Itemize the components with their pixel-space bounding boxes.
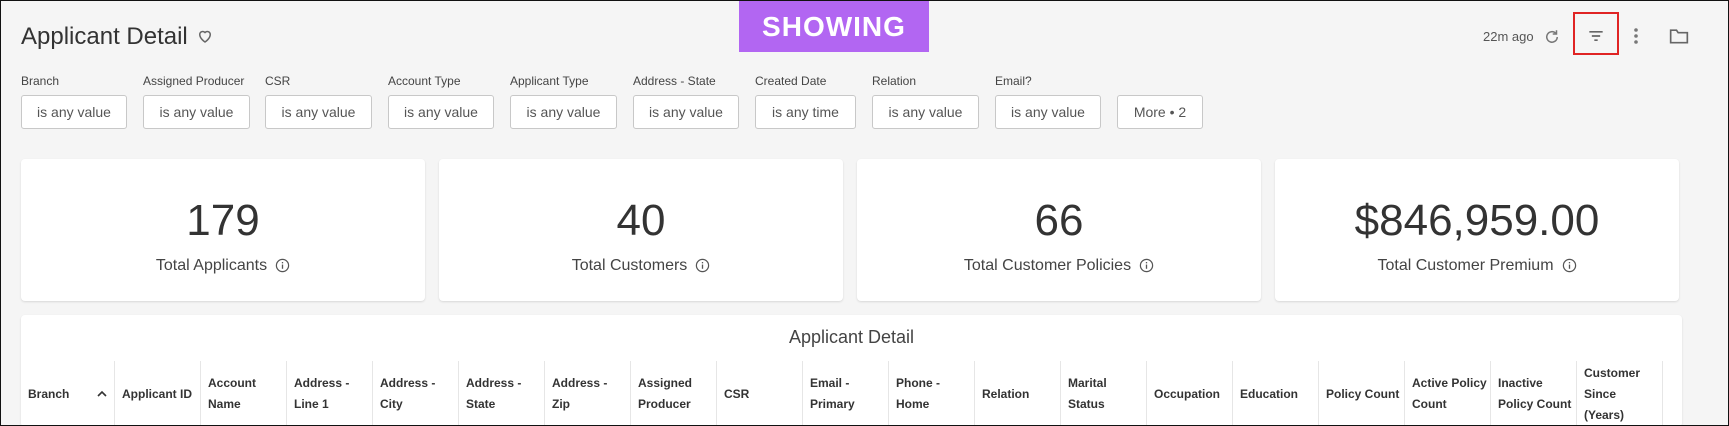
column-header-address-zip[interactable]: Address - Zip bbox=[545, 361, 631, 425]
column-header-assigned-producer[interactable]: Assigned Producer bbox=[631, 361, 717, 425]
column-header-label: Policy Count bbox=[1326, 386, 1400, 401]
filter-email[interactable]: is any value bbox=[995, 95, 1101, 129]
kpi-value: 179 bbox=[186, 196, 260, 245]
showing-badge: SHOWING bbox=[739, 1, 929, 52]
column-header-label: Address - Zip bbox=[552, 376, 608, 411]
column-header-label: Relation bbox=[982, 386, 1030, 401]
kpi-label-row: Total Customer Premium bbox=[1275, 257, 1679, 275]
filter-assigned-producer[interactable]: is any value bbox=[143, 95, 250, 129]
folder-icon[interactable] bbox=[1668, 25, 1690, 47]
column-header-active-policy-count[interactable]: Active Policy Count bbox=[1405, 361, 1491, 425]
column-header-label: Marital Status bbox=[1068, 376, 1107, 411]
kpi-value: $846,959.00 bbox=[1354, 196, 1600, 245]
filter-label-branch: Branch bbox=[21, 74, 60, 88]
column-header-label: Occupation bbox=[1154, 386, 1221, 401]
dashboard-frame: Applicant Detail SHOWING 22m ago Branch … bbox=[0, 0, 1729, 426]
filter-label-account-type: Account Type bbox=[388, 74, 461, 88]
column-header-label: Email - Primary bbox=[810, 376, 855, 411]
column-header-education[interactable]: Education bbox=[1233, 361, 1319, 425]
kpi-label: Total Customers bbox=[571, 257, 688, 274]
column-header-address-line-1[interactable]: Address - Line 1 bbox=[287, 361, 373, 425]
column-header-label: Active Policy Count bbox=[1412, 376, 1487, 411]
column-header-marital-status[interactable]: Marital Status bbox=[1061, 361, 1147, 425]
kpi-label-row: Total Customers bbox=[439, 257, 843, 275]
filter-label-address-state: Address - State bbox=[633, 74, 716, 88]
applicant-detail-table: Applicant Detail Branch Applicant ID Acc… bbox=[21, 315, 1682, 425]
column-header-label: Phone - Home bbox=[896, 376, 940, 411]
filter-csr[interactable]: is any value bbox=[265, 95, 372, 129]
column-header-policy-count[interactable]: Policy Count bbox=[1319, 361, 1405, 425]
kpi-label: Total Customer Policies bbox=[963, 257, 1132, 274]
heart-icon[interactable] bbox=[196, 27, 214, 45]
column-header-applicant-id[interactable]: Applicant ID bbox=[115, 361, 201, 425]
page-title: Applicant Detail bbox=[21, 23, 188, 50]
filter-icon[interactable] bbox=[1585, 25, 1607, 47]
kpi-label: Total Customer Premium bbox=[1377, 257, 1554, 274]
column-header-address-state[interactable]: Address - State bbox=[459, 361, 545, 425]
column-header-address-city[interactable]: Address - City bbox=[373, 361, 459, 425]
column-header-label: Inactive Policy Count bbox=[1498, 376, 1572, 411]
column-header-label: Address - City bbox=[380, 376, 436, 411]
kpi-value: 66 bbox=[1034, 196, 1084, 245]
filter-created-date[interactable]: is any time bbox=[755, 95, 856, 129]
sort-ascending-icon[interactable] bbox=[96, 386, 108, 398]
column-header-occupation[interactable]: Occupation bbox=[1147, 361, 1233, 425]
filter-relation[interactable]: is any value bbox=[872, 95, 979, 129]
column-header-branch[interactable]: Branch bbox=[21, 361, 115, 425]
info-icon[interactable] bbox=[695, 258, 710, 273]
kpi-value: 40 bbox=[616, 196, 666, 245]
filter-account-type[interactable]: is any value bbox=[388, 95, 494, 129]
column-header-label: Account Name bbox=[208, 376, 256, 411]
column-header-label: Customer Since (Years) bbox=[1584, 365, 1641, 422]
kpi-card-total-applicants: 179 Total Applicants bbox=[21, 159, 425, 301]
column-header-label: Assigned Producer bbox=[638, 376, 693, 411]
column-header-inactive-policy-count[interactable]: Inactive Policy Count bbox=[1491, 361, 1577, 425]
column-header-label: Address - State bbox=[466, 376, 522, 411]
filter-address-state[interactable]: is any value bbox=[633, 95, 739, 129]
kpi-card-total-customer-policies: 66 Total Customer Policies bbox=[857, 159, 1261, 301]
kpi-card-total-customer-premium: $846,959.00 Total Customer Premium bbox=[1275, 159, 1679, 301]
column-header-label: CSR bbox=[724, 386, 750, 401]
column-header-relation[interactable]: Relation bbox=[975, 361, 1061, 425]
kpi-label-row: Total Customer Policies bbox=[857, 257, 1261, 275]
kpi-card-total-customers: 40 Total Customers bbox=[439, 159, 843, 301]
column-header-label: Education bbox=[1240, 386, 1299, 401]
filter-branch[interactable]: is any value bbox=[21, 95, 127, 129]
column-header-phone-home[interactable]: Phone - Home bbox=[889, 361, 975, 425]
filter-label-assigned-producer: Assigned Producer bbox=[143, 74, 245, 88]
filter-label-relation: Relation bbox=[872, 74, 917, 88]
refresh-icon[interactable] bbox=[1541, 26, 1563, 48]
column-header-email-primary[interactable]: Email - Primary bbox=[803, 361, 889, 425]
column-header-customer-since-years[interactable]: Customer Since (Years) bbox=[1577, 361, 1663, 425]
filter-label-created-date: Created Date bbox=[755, 74, 827, 88]
column-header-label: Applicant ID bbox=[122, 386, 193, 401]
more-filters-button[interactable]: More • 2 bbox=[1117, 95, 1203, 129]
column-header-csr[interactable]: CSR bbox=[717, 361, 803, 425]
kpi-label-row: Total Applicants bbox=[21, 257, 425, 275]
filter-label-email: Email? bbox=[995, 74, 1032, 88]
filter-applicant-type[interactable]: is any value bbox=[510, 95, 617, 129]
info-icon[interactable] bbox=[275, 258, 290, 273]
info-icon[interactable] bbox=[1139, 258, 1154, 273]
filter-label-csr: CSR bbox=[265, 74, 291, 88]
column-header-label: Branch bbox=[28, 386, 70, 401]
kpi-label: Total Applicants bbox=[155, 257, 268, 274]
column-header-label: Address - Line 1 bbox=[294, 376, 350, 411]
last-updated: 22m ago bbox=[1483, 29, 1534, 44]
more-vert-icon[interactable] bbox=[1625, 25, 1647, 47]
table-title: Applicant Detail bbox=[788, 327, 915, 347]
info-icon[interactable] bbox=[1562, 258, 1577, 273]
column-header-account-name[interactable]: Account Name bbox=[201, 361, 287, 425]
filter-label-applicant-type: Applicant Type bbox=[510, 74, 589, 88]
